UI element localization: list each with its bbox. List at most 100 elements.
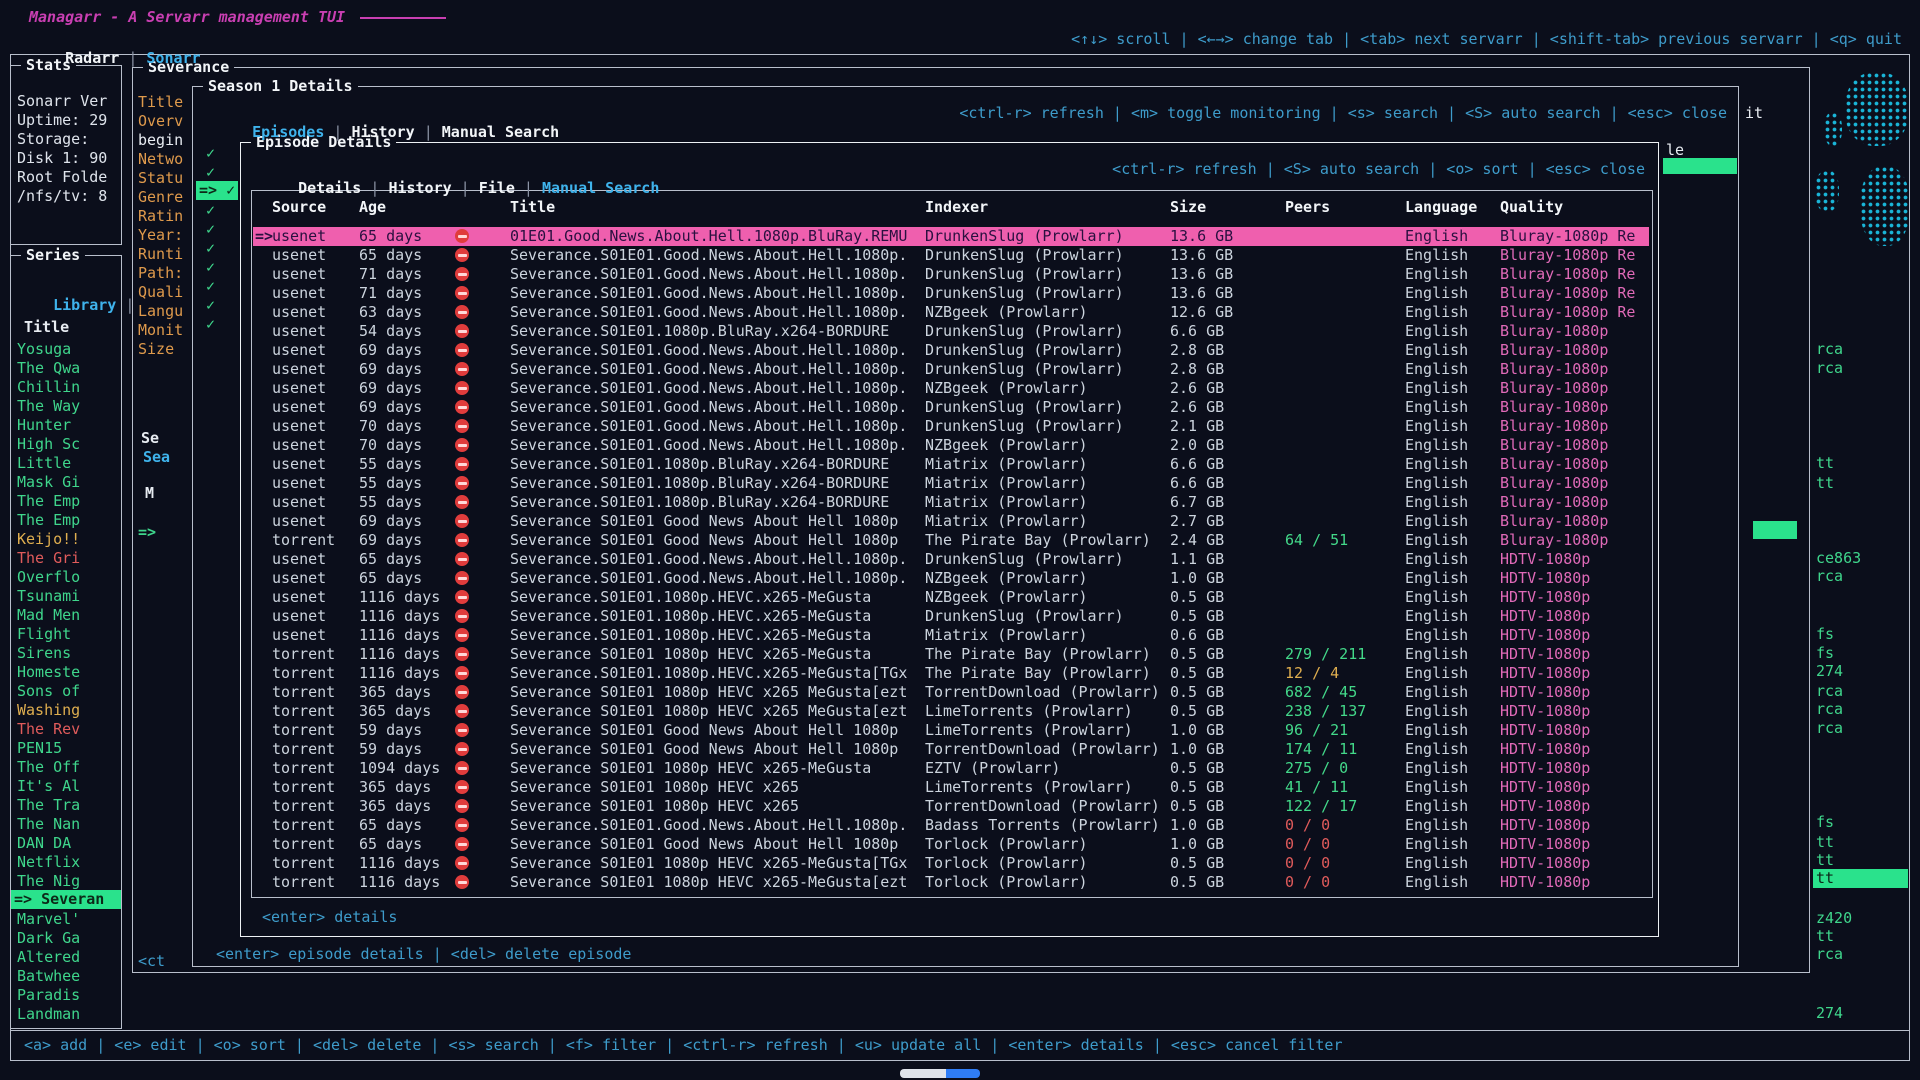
series-item[interactable]: Little: [17, 454, 120, 473]
series-item[interactable]: Sons of: [17, 682, 120, 701]
series-item[interactable]: The Gri: [17, 549, 120, 568]
release-idx: DrunkenSlug (Prowlarr): [925, 417, 1163, 436]
tab-file[interactable]: File: [479, 179, 515, 197]
tab-season-manual-search[interactable]: Manual Search: [442, 123, 559, 141]
series-item[interactable]: DAN DA: [17, 834, 120, 853]
series-item[interactable]: Mad Men: [17, 606, 120, 625]
tab-season-history[interactable]: History: [351, 123, 414, 141]
episode-monitored-icon[interactable]: ✓: [206, 239, 215, 258]
episode-monitored-icon[interactable]: ✓: [206, 220, 215, 239]
scrollbar-thumb[interactable]: [1663, 158, 1737, 174]
release-row[interactable]: usenet71 daysSeverance.S01E01.Good.News.…: [253, 284, 1649, 303]
release-row[interactable]: torrent65 daysSeverance.S01E01.Good.News…: [253, 816, 1649, 835]
release-row[interactable]: torrent1094 daysSeverance S01E01 1080p H…: [253, 759, 1649, 778]
episode-monitored-icon[interactable]: ✓: [206, 201, 215, 220]
series-item[interactable]: The Nig: [17, 872, 120, 891]
release-row[interactable]: usenet1116 daysSeverance.S01E01.1080p.HE…: [253, 626, 1649, 645]
episode-monitored-icon[interactable]: ✓: [206, 315, 215, 334]
episode-row-selected-fragment[interactable]: => ✓: [196, 181, 238, 200]
episode-monitored-icon[interactable]: ✓: [206, 277, 215, 296]
release-q: HDTV-1080p: [1500, 873, 1649, 892]
episode-monitored-icon[interactable]: ✓: [206, 258, 215, 277]
series-item[interactable]: The Way: [17, 397, 120, 416]
release-row[interactable]: torrent59 daysSeverance S01E01 Good News…: [253, 721, 1649, 740]
series-item[interactable]: Tsunami: [17, 587, 120, 606]
release-row[interactable]: usenet65 daysSeverance.S01E01.Good.News.…: [253, 550, 1649, 569]
tab-episodes[interactable]: Episodes: [252, 123, 324, 141]
background-text-fragment: fs: [1816, 644, 1834, 663]
episode-monitored-icon[interactable]: ✓: [206, 296, 215, 315]
tab-sonarr[interactable]: Sonarr: [146, 49, 200, 67]
series-item[interactable]: Dark Ga: [17, 929, 120, 948]
series-item[interactable]: Sirens: [17, 644, 120, 663]
release-row[interactable]: torrent1116 daysSeverance S01E01 1080p H…: [253, 873, 1649, 892]
release-row[interactable]: usenet69 daysSeverance.S01E01.Good.News.…: [253, 379, 1649, 398]
tab-episode-history[interactable]: History: [388, 179, 451, 197]
series-item[interactable]: The Nan: [17, 815, 120, 834]
release-row[interactable]: torrent69 daysSeverance S01E01 Good News…: [253, 531, 1649, 550]
release-row[interactable]: torrent365 daysSeverance S01E01 1080p HE…: [253, 702, 1649, 721]
tab-manual-search[interactable]: Manual Search: [542, 179, 659, 197]
release-row[interactable]: torrent59 daysSeverance S01E01 Good News…: [253, 740, 1649, 759]
tab-details[interactable]: Details: [298, 179, 361, 197]
release-row[interactable]: torrent365 daysSeverance S01E01 1080p HE…: [253, 797, 1649, 816]
series-item[interactable]: The Rev: [17, 720, 120, 739]
release-row[interactable]: torrent65 daysSeverance S01E01 Good News…: [253, 835, 1649, 854]
series-item[interactable]: The Off: [17, 758, 120, 777]
series-item[interactable]: It's Al: [17, 777, 120, 796]
release-row[interactable]: usenet69 daysSeverance.S01E01.Good.News.…: [253, 360, 1649, 379]
release-row[interactable]: usenet70 daysSeverance.S01E01.Good.News.…: [253, 417, 1649, 436]
release-row[interactable]: usenet54 daysSeverance.S01E01.1080p.BluR…: [253, 322, 1649, 341]
release-row[interactable]: torrent1116 daysSeverance.S01E01.1080p.H…: [253, 664, 1649, 683]
release-row[interactable]: usenet1116 daysSeverance.S01E01.1080p.HE…: [253, 607, 1649, 626]
series-item[interactable]: Marvel': [17, 910, 120, 929]
release-row[interactable]: torrent365 daysSeverance S01E01 1080p HE…: [253, 778, 1649, 797]
release-row[interactable]: usenet1116 daysSeverance.S01E01.1080p.HE…: [253, 588, 1649, 607]
tab-radarr[interactable]: Radarr: [65, 49, 119, 67]
series-item[interactable]: The Emp: [17, 511, 120, 530]
release-row[interactable]: usenet70 daysSeverance.S01E01.Good.News.…: [253, 436, 1649, 455]
release-row[interactable]: usenet55 daysSeverance.S01E01.1080p.BluR…: [253, 455, 1649, 474]
release-lang: English: [1405, 740, 1493, 759]
series-item[interactable]: The Emp: [17, 492, 120, 511]
series-item[interactable]: Altered: [17, 948, 120, 967]
series-item[interactable]: Paradis: [17, 986, 120, 1005]
series-item[interactable]: The Qwa: [17, 359, 120, 378]
series-item[interactable]: Homeste: [17, 663, 120, 682]
series-item[interactable]: Batwhee: [17, 967, 120, 986]
series-item[interactable]: Washing: [17, 701, 120, 720]
release-row[interactable]: usenet55 daysSeverance.S01E01.1080p.BluR…: [253, 493, 1649, 512]
release-row[interactable]: usenet65 daysSeverance.S01E01.Good.News.…: [253, 569, 1649, 588]
series-item[interactable]: PEN15: [17, 739, 120, 758]
series-item[interactable]: Mask Gi: [17, 473, 120, 492]
series-item[interactable]: Flight: [17, 625, 120, 644]
release-row[interactable]: =>usenet65 days01E01.Good.News.About.Hel…: [253, 227, 1649, 246]
tab-library[interactable]: Library: [53, 296, 116, 314]
scrollbar-thumb[interactable]: [1753, 521, 1797, 539]
release-row[interactable]: usenet65 daysSeverance.S01E01.Good.News.…: [253, 246, 1649, 265]
release-row[interactable]: usenet55 daysSeverance.S01E01.1080p.BluR…: [253, 474, 1649, 493]
series-item[interactable]: Yosuga: [17, 340, 120, 359]
series-item[interactable]: Hunter: [17, 416, 120, 435]
release-row[interactable]: usenet69 daysSeverance.S01E01.Good.News.…: [253, 398, 1649, 417]
release-row[interactable]: torrent1116 daysSeverance S01E01 1080p H…: [253, 645, 1649, 664]
release-row[interactable]: usenet71 daysSeverance.S01E01.Good.News.…: [253, 265, 1649, 284]
rejected-icon: [455, 723, 469, 737]
episode-monitored-icon[interactable]: ✓: [206, 163, 215, 182]
episode-monitored-icon[interactable]: ✓: [206, 144, 215, 163]
series-item[interactable]: The Tra: [17, 796, 120, 815]
series-item[interactable]: Keijo!!: [17, 530, 120, 549]
episode-tab-separator: |: [452, 179, 479, 197]
release-q: Bluray-1080p: [1500, 455, 1649, 474]
series-item[interactable]: Chillin: [17, 378, 120, 397]
series-item[interactable]: Netflix: [17, 853, 120, 872]
release-row[interactable]: usenet69 daysSeverance.S01E01.Good.News.…: [253, 341, 1649, 360]
release-row[interactable]: usenet63 daysSeverance.S01E01.Good.News.…: [253, 303, 1649, 322]
release-row[interactable]: torrent1116 daysSeverance S01E01 1080p H…: [253, 854, 1649, 873]
release-row[interactable]: usenet69 daysSeverance S01E01 Good News …: [253, 512, 1649, 531]
series-item[interactable]: High Sc: [17, 435, 120, 454]
series-item[interactable]: Landman: [17, 1005, 120, 1024]
series-item[interactable]: Overflo: [17, 568, 120, 587]
release-row[interactable]: torrent365 daysSeverance S01E01 1080p HE…: [253, 683, 1649, 702]
series-item-selected[interactable]: => Severan: [11, 890, 121, 909]
